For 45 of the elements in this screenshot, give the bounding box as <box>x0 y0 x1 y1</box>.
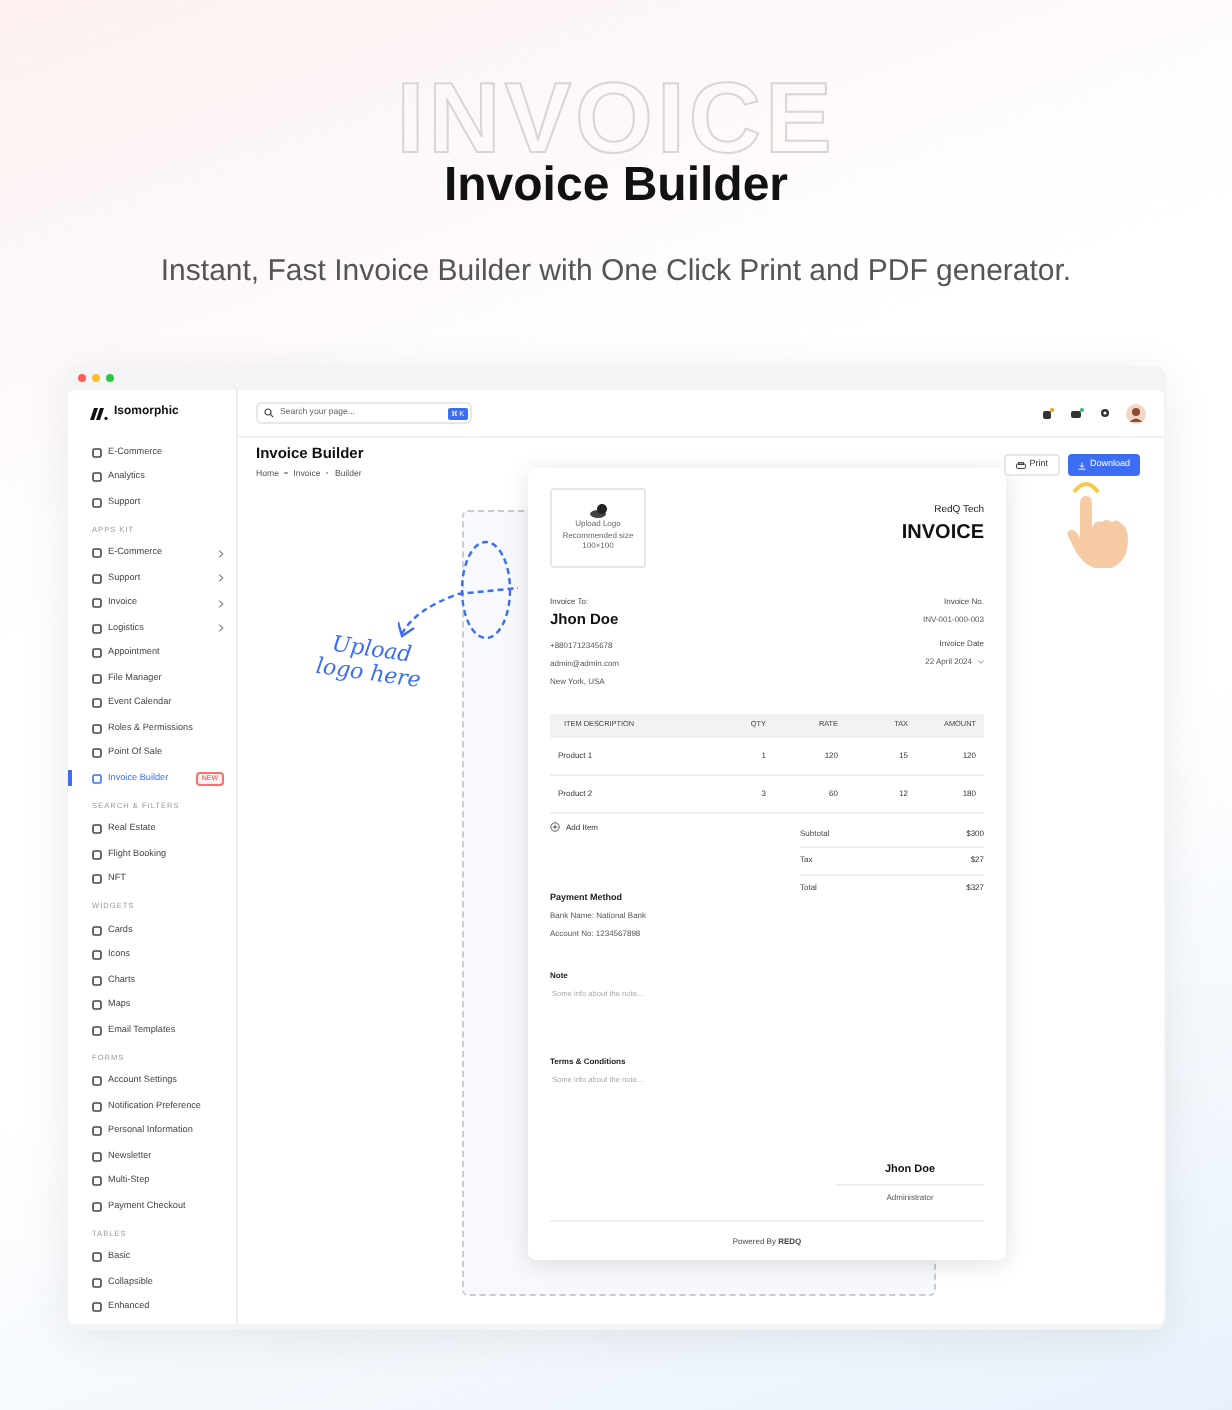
menu-icon <box>92 874 102 885</box>
notification-icon[interactable] <box>1042 407 1054 419</box>
menu-icon <box>92 573 102 584</box>
menu-icon <box>92 623 102 634</box>
download-icon <box>1077 461 1086 469</box>
avatar-icon[interactable] <box>1126 403 1146 423</box>
menu-icon <box>92 497 102 508</box>
menu-icon <box>92 1277 102 1288</box>
menu-icon <box>92 950 102 961</box>
search-icon <box>264 408 274 418</box>
invoice-heading: INVOICE <box>901 524 984 544</box>
pointing-hand-drawing <box>1062 476 1134 572</box>
menu-icon <box>92 723 102 734</box>
handwritten-note: Upload logo here <box>312 629 425 695</box>
menu-icon <box>92 598 102 609</box>
menu-icon <box>92 975 102 986</box>
menu-icon <box>92 1302 102 1313</box>
hero-title: Invoice Builder <box>443 162 789 210</box>
menu-icon <box>92 548 102 559</box>
logo-icon <box>90 407 108 419</box>
menu-icon <box>92 1126 102 1137</box>
menu-icon <box>92 447 102 458</box>
menu-icon <box>92 1176 102 1187</box>
menu-icon <box>92 698 102 709</box>
menu-icon <box>92 1252 102 1263</box>
hero-subtitle: Instant, Fast Invoice Builder with One Click Print and PDF generator. <box>160 256 1072 286</box>
chat-icon[interactable] <box>1070 407 1084 419</box>
menu-icon <box>92 1076 102 1087</box>
menu-icon <box>92 925 102 936</box>
menu-icon <box>92 1201 102 1212</box>
menu-icon <box>92 673 102 684</box>
menu-icon <box>92 1151 102 1162</box>
menu-icon <box>92 748 102 759</box>
print-icon <box>1015 461 1026 469</box>
plus-circle-icon <box>550 822 560 832</box>
menu-icon <box>92 1025 102 1036</box>
upload-cloud-icon <box>589 504 607 519</box>
menu-icon <box>92 648 102 659</box>
menu-icon <box>92 824 102 835</box>
menu-icon <box>92 472 102 483</box>
settings-icon[interactable] <box>1100 408 1110 418</box>
menu-icon <box>92 1101 102 1112</box>
menu-icon <box>92 1000 102 1011</box>
menu-icon <box>92 849 102 860</box>
menu-icon <box>92 773 102 784</box>
